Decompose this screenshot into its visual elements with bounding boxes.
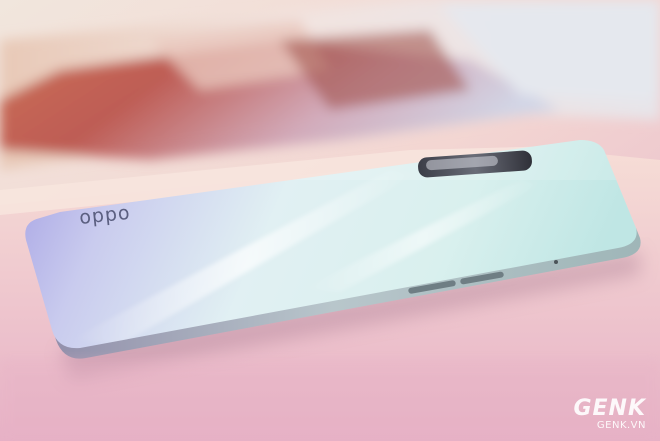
microphone-hole xyxy=(554,260,558,264)
photo-scene: oppo GENK GENK.VN xyxy=(0,0,660,441)
watermark: GENK GENK.VN xyxy=(573,396,646,432)
watermark-logo: GENK xyxy=(573,396,646,421)
watermark-site: GENK.VN xyxy=(596,420,646,431)
foreground-blur xyxy=(0,360,660,441)
photo-illustration: oppo xyxy=(0,0,660,441)
